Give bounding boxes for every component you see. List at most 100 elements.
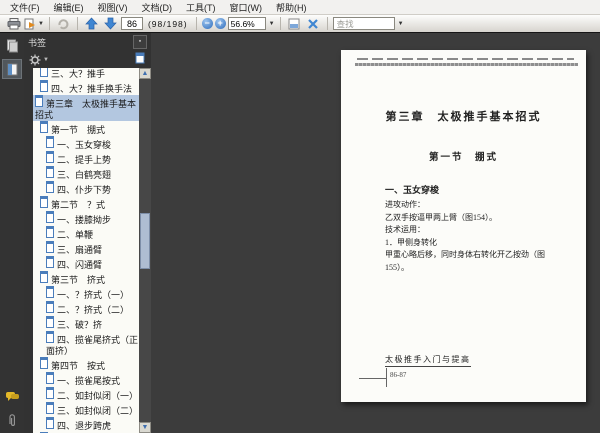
scanned-header-line [357, 58, 574, 60]
bookmark-scrollbar[interactable]: ▲ ▼ [139, 68, 151, 433]
scanned-header-text [355, 63, 578, 66]
print-button[interactable] [5, 16, 22, 31]
bookmark-label: 二、如封似闭（一） [57, 391, 139, 401]
bookmark-page-icon [46, 151, 54, 163]
panel-menu-button[interactable]: ▪ [133, 35, 147, 49]
body-line: 进攻动作： [385, 200, 425, 209]
fit-page-icon [308, 18, 318, 29]
bookmark-item[interactable]: 二、单鞭 [33, 226, 139, 241]
bookmark-page-icon [46, 301, 54, 313]
body-text: 进攻动作： 乙双手按逼甲两上臂（图154）。 技术运用： 1．甲侧身转化 甲重心略后移，… [385, 199, 568, 274]
navigation-strip [0, 33, 24, 433]
attachments-panel-button[interactable] [2, 410, 22, 430]
zoom-dropdown-arrow-icon[interactable]: ▼ [269, 21, 275, 27]
find-dropdown-arrow-icon[interactable]: ▼ [398, 21, 404, 27]
bookmark-label: 四、大？推手换手法 [51, 84, 133, 94]
pages-panel-button[interactable] [2, 36, 22, 56]
bookmark-item[interactable]: 第二节 ？式 [33, 196, 139, 211]
page-number-input[interactable] [120, 17, 143, 30]
bookmark-label: 第四节 按式 [51, 361, 106, 371]
comments-panel-button[interactable] [2, 387, 22, 407]
fit-page-button[interactable] [305, 16, 322, 31]
menu-item-2[interactable]: 视图(V) [91, 0, 135, 15]
next-page-button[interactable] [102, 16, 119, 31]
bookmark-page-icon [40, 271, 48, 283]
bookmark-page-icon [46, 166, 54, 178]
bookmarks-panel-header: 书签 ▪ [24, 33, 151, 51]
bookmark-page-icon [46, 402, 54, 414]
toolbar-separator [279, 17, 281, 30]
menu-item-5[interactable]: 窗口(W) [223, 0, 270, 15]
toolbar: ▼ (98/198) − + ▼ ▼ [0, 15, 600, 33]
bookmark-item[interactable]: 四、大？推手换手法 [33, 80, 139, 95]
bookmark-item[interactable]: 第三章 太极推手基本招式 [33, 95, 139, 121]
toolbar-separator [195, 17, 197, 30]
bookmark-item[interactable]: 第一节 掤式 [33, 121, 139, 136]
bookmark-item[interactable]: 四、揽雀尾挤式（正面挤） [33, 331, 139, 357]
bookmark-item[interactable]: 三、白鹤亮翅 [33, 166, 139, 181]
bookmark-label: 二、提手上势 [57, 155, 112, 165]
bookmark-label: 三、破？挤 [57, 320, 103, 330]
export-document-icon [24, 18, 35, 29]
bookmark-label: 三、如封似闭（二） [57, 406, 139, 416]
arrow-up-icon [85, 17, 98, 30]
bookmark-label: 二、单鞭 [57, 230, 94, 240]
menu-item-0[interactable]: 文件(F) [3, 0, 47, 15]
bookmark-item[interactable]: 三、如封似闭（二） [33, 402, 139, 417]
bookmark-item[interactable]: 二、如封似闭（一） [33, 387, 139, 402]
bookmark-label: 一、玉女穿梭 [57, 140, 112, 150]
bookmark-label: 三、白鹤亮翅 [57, 170, 112, 180]
zoom-in-button[interactable]: + [214, 18, 226, 29]
bookmark-options-button[interactable]: ▼ [29, 54, 49, 66]
bookmark-page-icon [40, 121, 48, 133]
bookmark-item[interactable]: 四、闪通臂 [33, 256, 139, 271]
previous-view-button-disabled [55, 16, 72, 31]
bookmark-item[interactable]: 第三节 挤式 [33, 271, 139, 286]
bookmark-label: 四、闪通臂 [57, 260, 103, 270]
bookmark-item[interactable]: 一、玉女穿梭 [33, 136, 139, 151]
bookmark-label: 四、仆步下势 [57, 185, 112, 195]
bookmark-item[interactable]: 一、揽雀尾按式 [33, 372, 139, 387]
menu-item-3[interactable]: 文档(D) [135, 0, 180, 15]
bookmark-icon [7, 63, 17, 75]
bookmark-item[interactable]: 第四节 按式 [33, 357, 139, 372]
scroll-up-arrow-icon[interactable]: ▲ [139, 68, 151, 79]
document-pane[interactable]: 第三章 太极推手基本招式 第一节 掤式 一、玉女穿梭 进攻动作： 乙双手按逼甲两上… [151, 33, 600, 433]
bookmark-label: 一、？挤式（一） [57, 290, 130, 300]
fit-width-button[interactable] [286, 16, 303, 31]
bookmark-item[interactable]: 四、仆步下势 [33, 181, 139, 196]
bookmark-item[interactable]: 一、？挤式（一） [33, 286, 139, 301]
bookmark-item[interactable]: 三、大？推手 [33, 68, 139, 80]
expand-current-bookmark-button[interactable] [134, 51, 147, 69]
bookmark-page-icon [46, 372, 54, 384]
bookmarks-panel-toolbar: ▼ [24, 51, 151, 68]
menu-item-4[interactable]: 工具(T) [179, 0, 223, 15]
crop-mark [359, 378, 387, 379]
bookmark-item[interactable]: 四、退步跨虎 [33, 417, 139, 432]
toolbar-separator [76, 17, 78, 30]
scroll-down-arrow-icon[interactable]: ▼ [139, 422, 151, 433]
scrollbar-thumb[interactable] [140, 213, 150, 269]
menu-item-1[interactable]: 编辑(E) [47, 0, 91, 15]
bookmark-item[interactable]: 三、破？挤 [33, 316, 139, 331]
bookmarks-panel-button[interactable] [2, 59, 22, 79]
dropdown-arrow-icon: ▼ [43, 56, 49, 63]
bookmark-label: 第二节 ？式 [51, 200, 106, 210]
panel-title: 书签 [28, 37, 47, 48]
bookmark-item[interactable]: 一、搂膝拗步 [33, 211, 139, 226]
menu-item-6[interactable]: 帮助(H) [269, 0, 314, 15]
export-button[interactable]: ▼ [24, 16, 44, 31]
previous-page-button[interactable] [83, 16, 100, 31]
book-title-footer: 太极推手入门与提高 [385, 354, 471, 367]
bookmark-item[interactable]: 二、提手上势 [33, 151, 139, 166]
bookmark-item[interactable]: 二、？挤式（二） [33, 301, 139, 316]
pages-icon [6, 39, 18, 53]
find-input[interactable] [332, 17, 395, 30]
bookmark-page-icon [46, 181, 54, 193]
fit-width-icon [288, 18, 300, 29]
bookmark-page-icon [35, 95, 43, 107]
zoom-out-button[interactable]: − [201, 18, 213, 29]
body-line: 甲重心略后移，同时身体右转化开乙按劲（图155）。 [385, 250, 545, 272]
zoom-level-input[interactable] [227, 17, 266, 30]
bookmark-item[interactable]: 三、扇通臂 [33, 241, 139, 256]
